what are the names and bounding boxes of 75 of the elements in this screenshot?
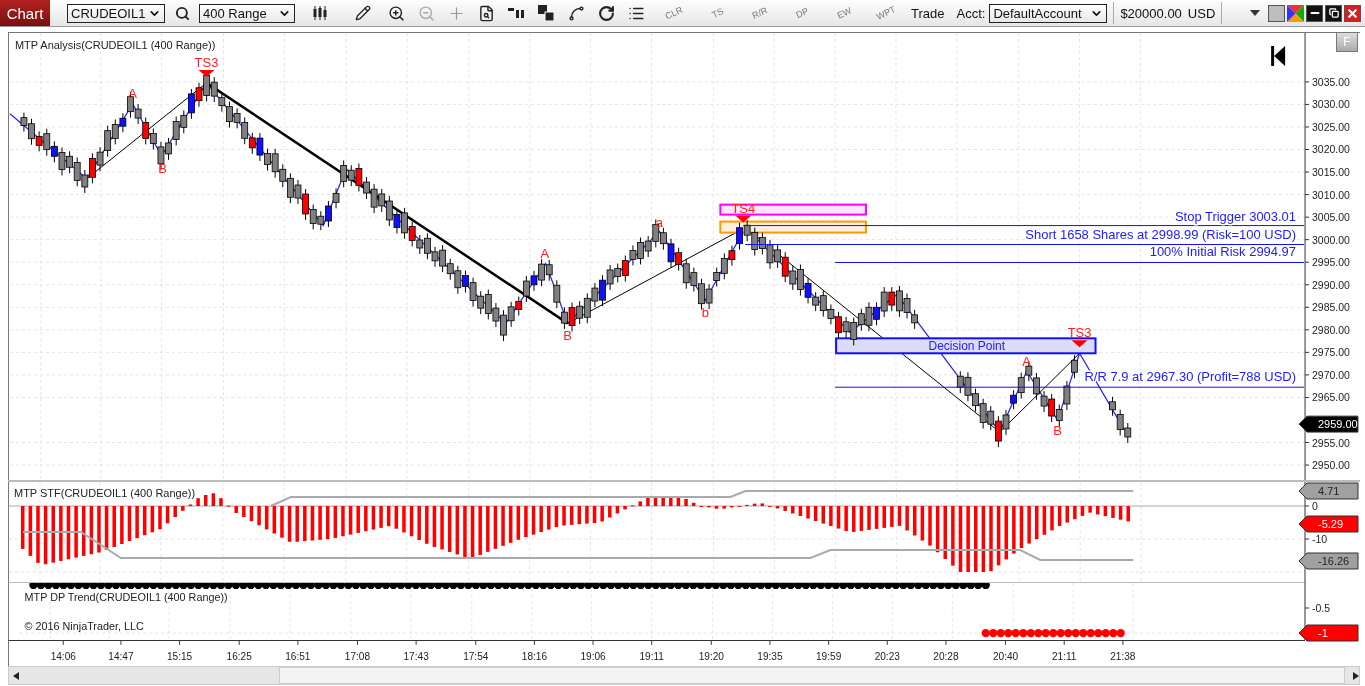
tool-button[interactable]: TS xyxy=(710,6,726,20)
pattern-label: B xyxy=(1053,423,1062,439)
axis-label: -0.5 xyxy=(1312,602,1331,614)
time-label: 18:16 xyxy=(521,651,547,663)
copyright: © 2016 NinjaTrader, LLC xyxy=(24,620,144,633)
price-label: 2965.00 xyxy=(1312,392,1350,404)
account-label: Acct: xyxy=(956,5,986,21)
period-dropdown[interactable]: 400 Range xyxy=(199,3,295,23)
time-label: 19:11 xyxy=(639,651,664,663)
time-label: 21:38 xyxy=(1110,651,1136,663)
time-label: 20:40 xyxy=(992,651,1019,663)
level-label: 100% Initial Risk 2994.97 xyxy=(1149,244,1297,260)
time-label: 19:35 xyxy=(757,651,783,663)
decision-zone-label: Decision Point xyxy=(928,339,1006,354)
time-label: 19:20 xyxy=(698,651,724,663)
marker-value: 4.71 xyxy=(1318,485,1340,497)
time-label: 17:43 xyxy=(403,651,429,663)
tool-button[interactable]: WPT xyxy=(874,4,898,22)
time-label: 21:11 xyxy=(1051,651,1077,663)
trade-label: Trade xyxy=(911,5,945,21)
pattern-label: a xyxy=(655,214,664,230)
price-label: 3010.00 xyxy=(1312,189,1350,201)
price-label: 3020.00 xyxy=(1312,144,1350,156)
time-label: 15:15 xyxy=(167,651,193,663)
axis-label: 0 xyxy=(1312,500,1318,512)
marker-value: -16.26 xyxy=(1318,555,1350,567)
pattern-label: TS3 xyxy=(1067,325,1092,341)
price-label: 3030.00 xyxy=(1312,99,1350,111)
panel-title: MTP Analysis(CRUDEOIL1 (400 Range)) xyxy=(14,38,216,51)
time-label: 19:59 xyxy=(816,651,842,663)
price-label: 2985.00 xyxy=(1312,302,1350,314)
level-label: Stop Trigger 3003.01 xyxy=(1174,208,1297,224)
time-label: 14:06 xyxy=(50,651,76,663)
panel-title: MTP STF(CRUDEOIL1 (400 Range)) xyxy=(14,487,196,500)
price-label: 3005.00 xyxy=(1312,212,1350,224)
price-label: 3025.00 xyxy=(1312,121,1350,133)
pattern-label: B xyxy=(158,160,167,176)
pattern-label: b xyxy=(701,305,709,321)
time-label: 17:08 xyxy=(344,651,371,663)
time-label: 14:47 xyxy=(108,651,134,663)
price-label: 2955.00 xyxy=(1312,437,1350,449)
marker-value: -5.29 xyxy=(1318,518,1344,530)
pattern-label: B xyxy=(563,328,573,344)
tool-button[interactable]: DP xyxy=(794,5,810,21)
price-label: 3015.00 xyxy=(1312,167,1350,179)
price-label: 2975.00 xyxy=(1312,347,1350,359)
time-label: 20:23 xyxy=(874,651,900,663)
currency-label: USD xyxy=(1187,5,1216,21)
time-label: 16:25 xyxy=(226,651,252,663)
instrument-dropdown[interactable]: CRUDEOIL1 xyxy=(67,3,165,23)
price-label: 2990.00 xyxy=(1312,279,1350,291)
pattern-label: A xyxy=(540,246,550,262)
time-label: 17:54 xyxy=(463,651,489,663)
time-label: 19:06 xyxy=(580,651,606,663)
axis-label: -10 xyxy=(1312,533,1328,545)
time-label: 20:28 xyxy=(933,651,959,663)
account-dropdown[interactable]: DefaultAccount xyxy=(989,3,1108,23)
marker-value: -1 xyxy=(1318,627,1328,639)
price-label: 3035.00 xyxy=(1312,76,1350,88)
chart-title: Chart xyxy=(0,0,50,26)
tool-button[interactable]: R/R xyxy=(750,5,770,21)
tool-button[interactable]: CLR xyxy=(663,4,685,22)
price-label: 2980.00 xyxy=(1312,324,1350,336)
pattern-label: TS3 xyxy=(194,54,219,70)
time-label: 16:51 xyxy=(285,651,311,663)
panel-title: MTP DP Trend(CRUDEOIL1 (400 Range)) xyxy=(24,590,228,603)
account-balance: $20000.00 xyxy=(1120,5,1182,21)
pattern-label: A xyxy=(1022,354,1031,370)
price-label: 2950.00 xyxy=(1312,460,1350,472)
level-label: Short 1658 Shares at 2998.99 (Risk=100 USD) xyxy=(1025,226,1297,242)
tool-button[interactable]: EW xyxy=(835,5,853,21)
marker-value: 2959.00 xyxy=(1318,418,1358,431)
price-label: 2970.00 xyxy=(1312,369,1350,381)
price-label: 2995.00 xyxy=(1312,257,1350,269)
price-label: 3000.00 xyxy=(1312,234,1350,246)
